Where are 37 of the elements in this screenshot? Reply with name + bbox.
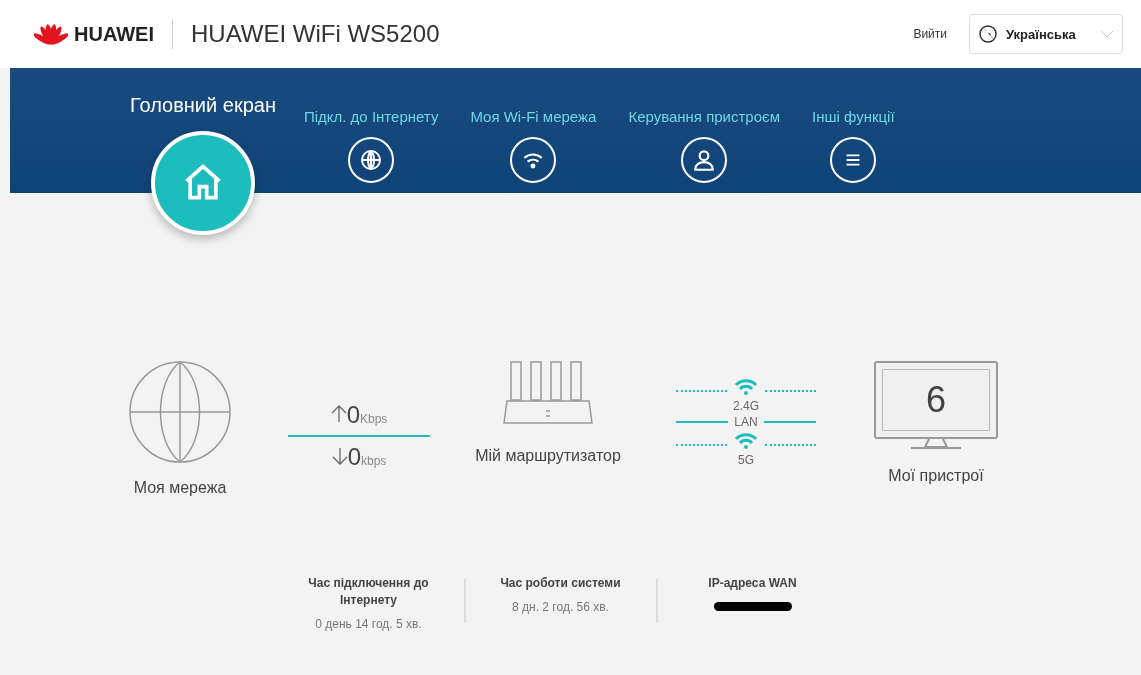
- router-icon: [503, 361, 593, 425]
- nav-tab[interactable]: Моя Wi-Fi мережа: [470, 108, 597, 125]
- up-arrow-icon: [330, 405, 347, 423]
- download-value: 0: [347, 443, 361, 471]
- lan-label: LAN: [734, 415, 758, 429]
- nav-tab[interactable]: Підкл. до Інтернету: [303, 108, 439, 125]
- down-arrow-icon: [331, 447, 348, 465]
- devices-label: Мої пристрої: [888, 467, 984, 485]
- wifi-icon: [733, 377, 759, 397]
- stat-title: Час роботи системи: [499, 575, 622, 592]
- nav-tab[interactable]: Керування пристроєм: [628, 108, 780, 125]
- band-label: 2.4G: [733, 399, 759, 413]
- device-count: 6: [926, 379, 946, 421]
- device-title: HUAWEI WiFi WS5200: [191, 20, 440, 48]
- nav-icon-button[interactable]: [681, 137, 728, 183]
- download-unit: kbps: [361, 454, 387, 468]
- upload-value: 0: [346, 401, 360, 429]
- nav-icon-button[interactable]: [830, 137, 877, 183]
- wifi-icon: [733, 431, 759, 451]
- stat-title: Час підключення до Інтернету: [307, 575, 430, 609]
- band-label: 5G: [738, 453, 754, 467]
- brand-name: HUAWEI: [74, 22, 154, 46]
- network-label: Моя мережа: [133, 479, 227, 497]
- nav-tab[interactable]: Головний екран: [130, 94, 276, 117]
- upload-unit: Kbps: [360, 412, 388, 426]
- stat-title: IP-адреса WAN: [707, 575, 798, 592]
- caret-icon: [1100, 30, 1114, 38]
- nav-icon-button[interactable]: [348, 137, 395, 183]
- router-label: Мій маршрутизатор: [475, 447, 621, 465]
- nav-tab[interactable]: Інші функції: [812, 108, 895, 125]
- logout-link[interactable]: Вийти: [913, 27, 947, 41]
- nav-icon-button[interactable]: [150, 131, 255, 235]
- language-select[interactable]: Українська: [969, 14, 1123, 54]
- nav-icon-button[interactable]: [510, 137, 557, 183]
- stat-value: 0 день 14 год. 5 хв.: [315, 617, 422, 631]
- logo-icon: [34, 22, 68, 46]
- stat-value: 8 дн. 2 год. 56 хв.: [512, 600, 609, 614]
